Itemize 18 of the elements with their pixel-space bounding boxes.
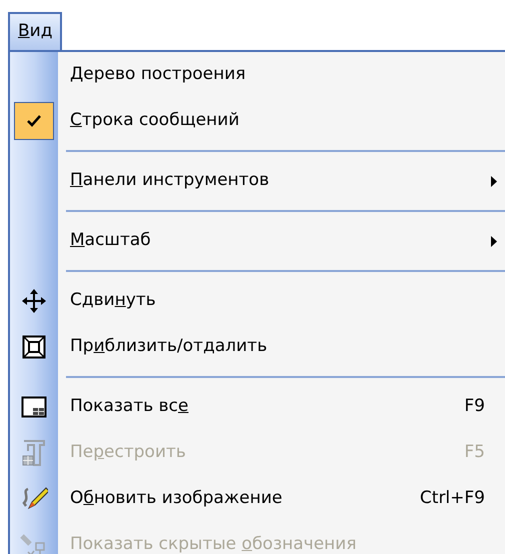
menu-item[interactable]: Сдвинуть <box>58 281 505 321</box>
zoom-frame-icon <box>22 335 46 359</box>
menu-item[interactable]: Масштаб <box>58 221 505 261</box>
menu-item[interactable]: Приблизить/отдалить <box>58 327 505 367</box>
menu-item[interactable]: Дерево построения <box>58 55 505 95</box>
shortcut-label: F5 <box>464 441 485 464</box>
shortcut-label: Ctrl+F9 <box>420 487 485 510</box>
check-icon <box>27 115 41 127</box>
menu-bar-item[interactable]: Вид <box>8 12 62 50</box>
shortcut-label: F9 <box>464 395 485 418</box>
menu-item[interactable]: Обновить изображение Ctrl+F9 <box>58 479 505 519</box>
rebuild-icon <box>21 439 47 467</box>
show-all-icon <box>21 396 47 418</box>
menu-item[interactable]: Панели инструментов <box>58 161 505 201</box>
menu-item[interactable]: Показать все F9 <box>58 387 505 427</box>
move-arrows-icon <box>21 288 47 314</box>
hidden-marks-icon <box>20 532 48 554</box>
menu-item[interactable]: Строка сообщений <box>58 101 505 141</box>
